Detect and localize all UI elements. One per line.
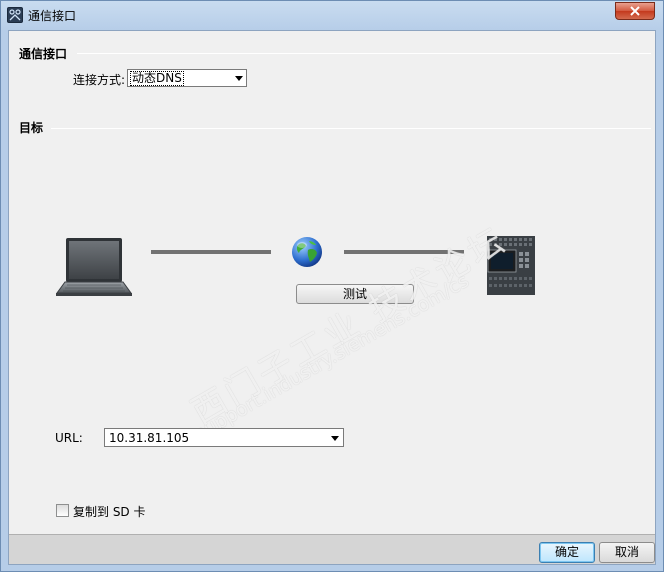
plc-device-icon: [487, 236, 535, 295]
watermark: 西门子工业 技术论坛 support.industry.siemens.com/…: [159, 201, 539, 446]
copy-to-sd-checkbox[interactable]: [56, 504, 69, 517]
section-heading-interface: 通信接口: [19, 47, 68, 61]
test-button[interactable]: 测试: [296, 284, 414, 304]
ok-button[interactable]: 确定: [539, 542, 595, 563]
globe-icon: [292, 237, 322, 267]
dialog-footer: 确定 取消: [9, 534, 655, 564]
chevron-down-icon: [331, 436, 339, 441]
copy-to-sd-label[interactable]: 复制到 SD 卡: [73, 503, 146, 520]
connection-type-label: 连接方式:: [73, 73, 126, 87]
url-label: URL:: [55, 431, 83, 445]
app-icon: [7, 7, 23, 23]
watermark-title: 西门子工业 技术论坛: [185, 219, 515, 433]
url-combobox[interactable]: 10.31.81.105: [104, 428, 344, 447]
close-icon: [630, 6, 640, 16]
dialog-client: 通信接口 连接方式: 动态DNS 目标 测试 西门子工业 技术论坛 suppor…: [8, 30, 656, 565]
section-divider: [51, 128, 651, 129]
connection-type-value: 动态DNS: [130, 71, 184, 86]
connection-type-select[interactable]: 动态DNS: [127, 69, 247, 87]
section-heading-target: 目标: [19, 121, 44, 135]
title-bar[interactable]: 通信接口: [1, 1, 663, 29]
dialog-window: 通信接口 通信接口 连接方式: 动态DNS 目标 测试 西门子工业 技术论坛 s…: [0, 0, 664, 572]
connection-line-right: [344, 250, 464, 254]
chevron-down-icon: [235, 76, 243, 81]
connection-line-left: [151, 250, 271, 254]
window-title: 通信接口: [28, 9, 77, 23]
url-value: 10.31.81.105: [109, 431, 190, 445]
laptop-icon: [56, 238, 132, 296]
close-button[interactable]: [615, 2, 655, 20]
section-divider: [77, 53, 651, 54]
cancel-button[interactable]: 取消: [599, 542, 655, 563]
